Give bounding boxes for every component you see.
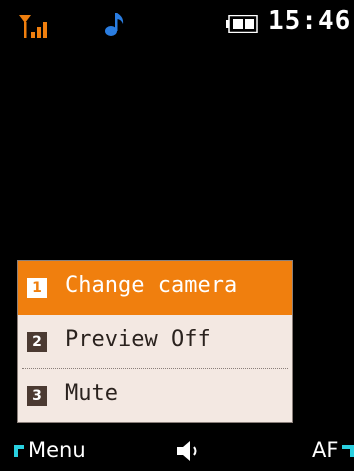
menu-item-label: Preview Off	[65, 327, 211, 352]
menu-item-label: Change camera	[65, 273, 238, 298]
softkey-af[interactable]: AF	[312, 438, 338, 462]
menu-item-number: 1	[27, 278, 47, 298]
menu-item-preview-off[interactable]: 2 Preview Off	[18, 315, 292, 369]
status-bar: 15:46	[0, 0, 354, 46]
menu-item-number: 3	[27, 386, 47, 406]
menu-item-mute[interactable]: 3 Mute	[18, 369, 292, 423]
speaker-icon[interactable]	[176, 440, 206, 462]
options-menu: 1 Change camera 2 Preview Off 3 Mute	[17, 260, 293, 423]
music-note-icon	[105, 13, 124, 36]
menu-item-label: Mute	[65, 381, 118, 406]
menu-item-number: 2	[27, 332, 47, 352]
status-time: 15:46	[268, 6, 352, 36]
softkey-menu[interactable]: Menu	[28, 438, 86, 462]
left-softkey-corner-icon	[14, 445, 24, 457]
signal-bars-icon	[19, 15, 47, 38]
battery-icon	[226, 15, 258, 33]
right-softkey-corner-icon	[342, 445, 354, 457]
menu-item-change-camera[interactable]: 1 Change camera	[18, 261, 292, 315]
